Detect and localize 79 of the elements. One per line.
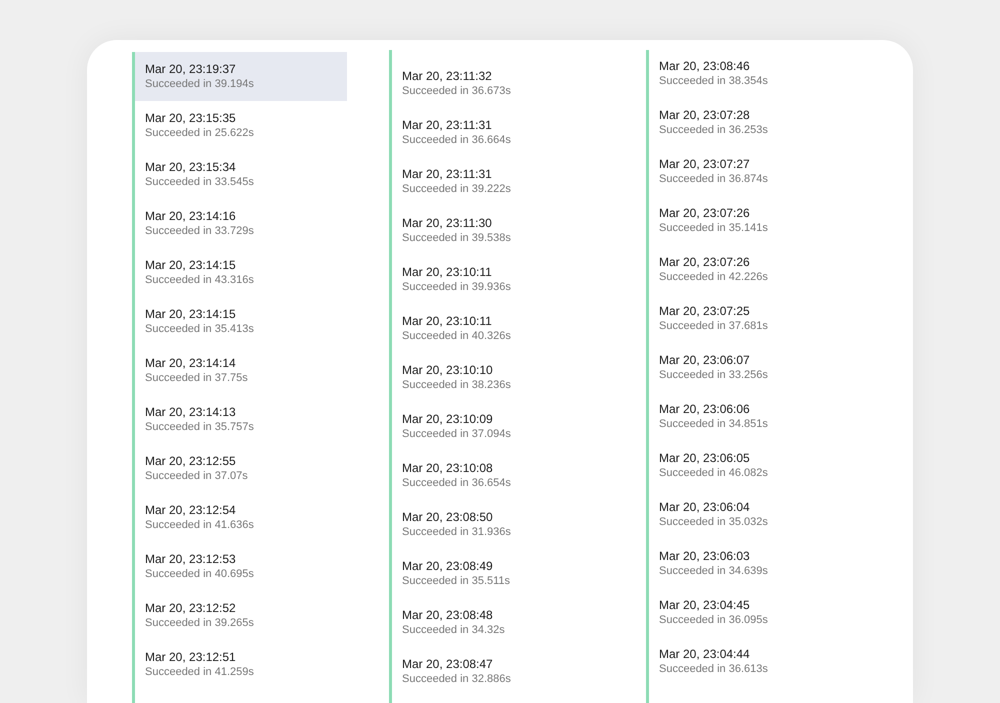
run-time: Mar 20, 23:10:11 xyxy=(402,314,493,329)
run-status: Succeeded in 34.851s xyxy=(659,417,769,431)
run-status: Succeeded in 46.082s xyxy=(659,466,769,480)
run-status: Succeeded in 34.32s xyxy=(402,623,506,637)
run-status: Succeeded in 39.538s xyxy=(402,231,512,245)
run-status: Succeeded in 37.07s xyxy=(145,469,249,483)
run-time: Mar 20, 23:14:15 xyxy=(145,307,237,322)
run-status: Succeeded in 25.622s xyxy=(145,126,255,140)
run-time: Mar 20, 23:08:50 xyxy=(402,510,494,525)
run-time: Mar 20, 23:19:37 xyxy=(145,62,237,77)
run-status: Succeeded in 36.253s xyxy=(659,123,769,137)
run-time: Mar 20, 23:12:54 xyxy=(145,503,237,518)
run-status: Succeeded in 41.259s xyxy=(145,665,255,679)
run-status: Succeeded in 37.75s xyxy=(145,371,249,385)
run-time: Mar 20, 23:06:07 xyxy=(659,353,751,368)
run-status: Succeeded in 35.757s xyxy=(145,420,255,434)
run-time: Mar 20, 23:11:32 xyxy=(402,69,493,84)
run-status: Succeeded in 35.032s xyxy=(659,515,769,529)
run-time: Mar 20, 23:15:35 xyxy=(145,111,237,126)
run-time: Mar 20, 23:08:47 xyxy=(402,657,494,672)
run-status: Succeeded in 35.141s xyxy=(659,221,769,235)
run-time: Mar 20, 23:08:48 xyxy=(402,608,494,623)
run-time: Mar 20, 23:04:45 xyxy=(659,598,751,613)
run-status: Succeeded in 36.673s xyxy=(402,84,512,98)
run-time: Mar 20, 23:06:06 xyxy=(659,402,751,417)
run-status: Succeeded in 32.886s xyxy=(402,672,512,686)
run-status: Succeeded in 33.729s xyxy=(145,224,255,238)
run-time: Mar 20, 23:08:49 xyxy=(402,559,494,574)
run-time: Mar 20, 23:06:05 xyxy=(659,451,751,466)
run-list-item[interactable]: Mar 20, 23:19:37 Succeeded in 39.194s xyxy=(135,52,347,101)
run-status: Succeeded in 37.681s xyxy=(659,319,769,333)
run-time: Mar 20, 23:11:31 xyxy=(402,118,493,133)
run-status: Succeeded in 40.695s xyxy=(145,567,255,581)
run-status: Succeeded in 39.222s xyxy=(402,182,512,196)
run-time: Mar 20, 23:10:08 xyxy=(402,461,494,476)
run-time: Mar 20, 23:07:27 xyxy=(659,157,751,172)
run-time: Mar 20, 23:04:44 xyxy=(659,647,751,662)
run-status: Succeeded in 42.226s xyxy=(659,270,769,284)
run-status: Succeeded in 33.256s xyxy=(659,368,769,382)
run-time: Mar 20, 23:12:53 xyxy=(145,552,237,567)
run-time: Mar 20, 23:12:52 xyxy=(145,601,237,616)
run-status: Succeeded in 38.354s xyxy=(659,74,769,88)
run-status: Succeeded in 43.316s xyxy=(145,273,255,287)
run-status: Succeeded in 36.874s xyxy=(659,172,769,186)
run-time: Mar 20, 23:08:46 xyxy=(659,59,751,74)
run-time: Mar 20, 23:14:16 xyxy=(145,209,237,224)
run-status: Succeeded in 35.511s xyxy=(402,574,512,588)
run-time: Mar 20, 23:14:13 xyxy=(145,405,237,420)
run-time: Mar 20, 23:10:11 xyxy=(402,265,493,280)
run-time: Mar 20, 23:07:28 xyxy=(659,108,751,123)
run-status: Succeeded in 35.413s xyxy=(145,322,255,336)
run-status: Succeeded in 36.654s xyxy=(402,476,512,490)
run-time: Mar 20, 23:07:26 xyxy=(659,206,751,221)
run-time: Mar 20, 23:10:10 xyxy=(402,363,494,378)
run-time: Mar 20, 23:10:09 xyxy=(402,412,494,427)
run-time: Mar 20, 23:07:26 xyxy=(659,255,751,270)
run-status: Succeeded in 36.095s xyxy=(659,613,769,627)
run-time: Mar 20, 23:15:34 xyxy=(145,160,237,175)
run-time: Mar 20, 23:07:25 xyxy=(659,304,751,319)
run-status: Succeeded in 41.636s xyxy=(145,518,255,532)
run-status: Succeeded in 39.194s xyxy=(145,77,255,91)
run-status: Succeeded in 40.326s xyxy=(402,329,512,343)
run-time: Mar 20, 23:06:04 xyxy=(659,500,751,515)
run-status: Succeeded in 38.236s xyxy=(402,378,512,392)
run-status: Succeeded in 39.936s xyxy=(402,280,512,294)
run-status: Succeeded in 39.265s xyxy=(145,616,255,630)
run-time: Mar 20, 23:12:51 xyxy=(145,650,237,665)
run-status: Succeeded in 36.664s xyxy=(402,133,512,147)
run-time: Mar 20, 23:14:14 xyxy=(145,356,237,371)
run-time: Mar 20, 23:12:55 xyxy=(145,454,237,469)
run-status: Succeeded in 33.545s xyxy=(145,175,255,189)
run-time: Mar 20, 23:11:31 xyxy=(402,167,493,182)
run-time: Mar 20, 23:14:15 xyxy=(145,258,237,273)
run-time: Mar 20, 23:11:30 xyxy=(402,216,493,231)
run-status: Succeeded in 37.094s xyxy=(402,427,512,441)
run-status: Succeeded in 34.639s xyxy=(659,564,769,578)
run-status: Succeeded in 36.613s xyxy=(659,662,769,676)
run-time: Mar 20, 23:06:03 xyxy=(659,549,751,564)
run-status: Succeeded in 31.936s xyxy=(402,525,512,539)
